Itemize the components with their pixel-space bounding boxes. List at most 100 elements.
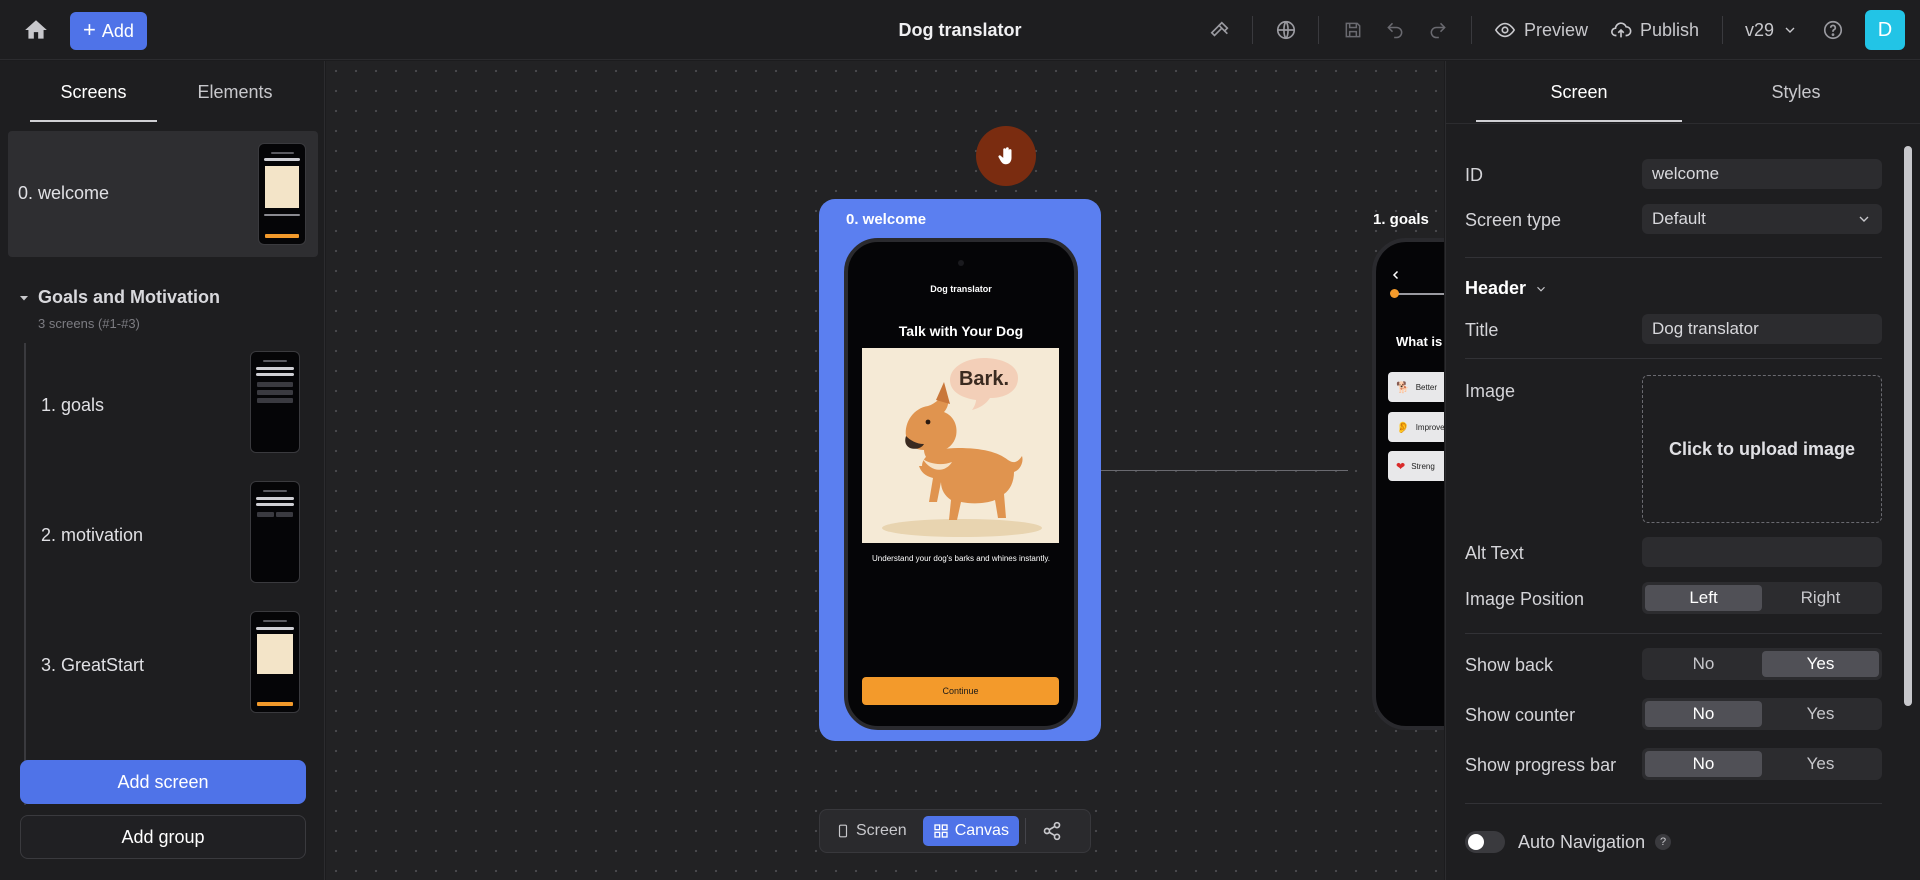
help-icon[interactable]: ?: [1655, 834, 1672, 850]
header-section-toggle[interactable]: Header: [1465, 278, 1548, 299]
show-back-no[interactable]: No: [1645, 651, 1762, 677]
screen-view-button[interactable]: Screen: [826, 816, 917, 846]
tab-screen[interactable]: Screen: [1476, 61, 1682, 123]
eye-icon: [1494, 22, 1516, 38]
preview-header: Dog translator: [930, 284, 992, 294]
phone-icon: [838, 824, 848, 838]
home-icon[interactable]: [20, 14, 52, 46]
preview-option[interactable]: 👂 Improve: [1388, 412, 1444, 442]
progress-dot: [1390, 289, 1399, 298]
image-position-left[interactable]: Left: [1645, 585, 1762, 611]
scrollbar-thumb[interactable]: [1904, 146, 1912, 706]
divider: [1465, 358, 1882, 359]
cloud-upload-icon: [1611, 22, 1632, 38]
screen-connector-line: [1101, 470, 1348, 471]
redo-icon[interactable]: [1424, 16, 1452, 44]
show-progress-toggle: No Yes: [1642, 748, 1882, 780]
divider: [1465, 803, 1882, 804]
share-flow-button[interactable]: [1032, 816, 1072, 846]
image-upload-dropzone[interactable]: Click to upload image: [1642, 375, 1882, 523]
heart-icon: ❤: [1396, 460, 1406, 473]
show-counter-no[interactable]: No: [1645, 701, 1762, 727]
toolbar-divider: [1318, 16, 1319, 44]
active-tab-indicator: [1476, 120, 1682, 122]
show-back-yes[interactable]: Yes: [1762, 651, 1879, 677]
canvas[interactable]: 0. welcome Dog translator Talk with Your…: [326, 61, 1444, 880]
title-field[interactable]: Dog translator: [1642, 314, 1882, 344]
phone-preview-goals[interactable]: What is u 🐕 Better 👂 Improve ❤ Streng: [1372, 238, 1444, 730]
show-counter-label: Show counter: [1465, 705, 1576, 725]
screen-type-label: Screen type: [1465, 210, 1562, 230]
toolbar-divider: [1471, 16, 1472, 44]
version-dropdown[interactable]: v29: [1745, 14, 1798, 46]
show-progress-label: Show progress bar: [1465, 755, 1617, 775]
chevron-down-icon: [1859, 216, 1869, 222]
help-icon[interactable]: [1819, 16, 1847, 44]
screen-item-motivation[interactable]: 2. motivation: [30, 481, 310, 585]
preview-button[interactable]: Preview: [1494, 14, 1588, 46]
screen-thumbnail: [258, 143, 306, 245]
group-header[interactable]: Goals and Motivation: [18, 287, 220, 308]
speech-bubble-text: Bark.: [959, 368, 1009, 390]
image-label: Image: [1465, 381, 1516, 401]
preview-title: Talk with Your Dog: [898, 323, 1024, 339]
preview-label: Preview: [1524, 19, 1589, 40]
dog-illustration: Bark.: [862, 348, 1059, 543]
globe-icon[interactable]: [1272, 16, 1300, 44]
screen-item-welcome[interactable]: 0. welcome: [8, 131, 318, 257]
preview-option[interactable]: ❤ Streng: [1388, 451, 1444, 481]
back-arrow-icon: [1390, 268, 1402, 286]
canvas-view-toolbar: Screen Canvas: [819, 809, 1091, 853]
divider: [1465, 257, 1882, 258]
project-title: Dog translator: [898, 20, 1022, 40]
preview-title: What is: [1396, 334, 1443, 349]
preview-progress-bar: [1394, 293, 1444, 295]
phone-preview-welcome[interactable]: Dog translator Talk with Your Dog Bark. …: [844, 238, 1078, 730]
hand-cursor-icon[interactable]: [976, 126, 1036, 186]
undo-icon[interactable]: [1381, 16, 1409, 44]
title-label: Title: [1465, 320, 1499, 340]
id-field[interactable]: welcome: [1642, 159, 1882, 189]
grid-icon: [934, 824, 948, 838]
tab-screens[interactable]: Screens: [30, 61, 157, 123]
show-counter-yes[interactable]: Yes: [1762, 701, 1879, 727]
publish-button[interactable]: Publish: [1610, 14, 1699, 46]
group-name: Goals and Motivation: [38, 287, 221, 307]
preview-continue-button[interactable]: Continue: [862, 677, 1059, 705]
auto-navigation-switch[interactable]: [1465, 831, 1505, 853]
canvas-view-button[interactable]: Canvas: [922, 816, 1019, 846]
screen-item-goals[interactable]: 1. goals: [30, 351, 310, 455]
screen-item-greatstart[interactable]: 3. GreatStart: [30, 611, 310, 715]
screen-item-label: 2. motivation: [41, 525, 144, 545]
hammer-icon[interactable]: [1206, 16, 1234, 44]
add-button[interactable]: + Add: [70, 12, 147, 50]
show-back-toggle: No Yes: [1642, 648, 1882, 680]
show-progress-no[interactable]: No: [1645, 751, 1762, 777]
publish-label: Publish: [1640, 19, 1700, 40]
frame-label: 1. goals: [1373, 211, 1429, 228]
add-screen-button[interactable]: Add screen: [20, 760, 306, 804]
screen-item-label: 0. welcome: [18, 183, 110, 203]
tab-styles[interactable]: Styles: [1696, 61, 1896, 123]
id-label: ID: [1465, 165, 1483, 185]
alt-text-field[interactable]: [1642, 537, 1882, 567]
show-progress-yes[interactable]: Yes: [1762, 751, 1879, 777]
screen-item-label: 3. GreatStart: [41, 655, 145, 675]
chevron-down-icon: [20, 295, 28, 300]
add-group-button[interactable]: Add group: [20, 815, 306, 859]
screen-type-select[interactable]: Default: [1642, 204, 1882, 234]
preview-description: Understand your dog's barks and whines i…: [872, 554, 1050, 563]
divider: [1465, 633, 1882, 634]
avatar[interactable]: D: [1865, 10, 1905, 50]
show-back-label: Show back: [1465, 655, 1554, 675]
tab-elements[interactable]: Elements: [170, 61, 300, 123]
plus-icon: +: [83, 17, 96, 42]
image-position-right[interactable]: Right: [1762, 585, 1879, 611]
save-icon[interactable]: [1339, 16, 1367, 44]
camera-notch: [958, 260, 964, 266]
chevron-down-icon: [1537, 286, 1545, 292]
scrollbar[interactable]: [1901, 126, 1915, 876]
auto-navigation-label: Auto Navigation: [1518, 831, 1646, 852]
preview-option[interactable]: 🐕 Better: [1388, 372, 1444, 402]
ear-icon: 👂: [1396, 421, 1410, 434]
